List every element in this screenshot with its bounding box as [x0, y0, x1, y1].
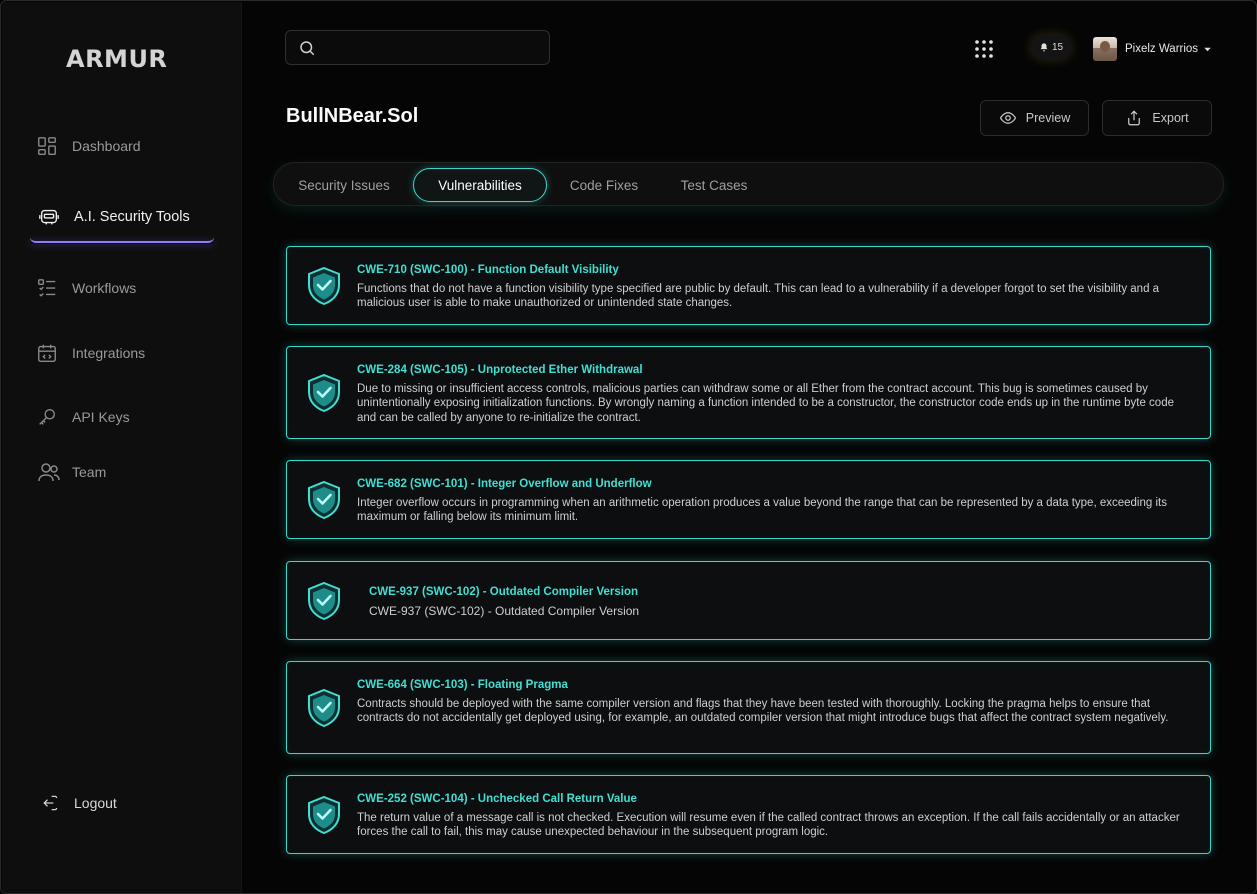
sidebar-item-label: Dashboard — [72, 138, 141, 154]
vulnerability-description: Contracts should be deployed with the sa… — [357, 698, 1169, 725]
sidebar: ARMUR Dashboard A.I. Security Tools Work… — [2, 2, 242, 893]
vulnerability-card[interactable]: CWE-710 (SWC-100) - Function Default Vis… — [286, 246, 1211, 325]
dashboard-icon — [38, 137, 56, 155]
tab-label: Vulnerabilities — [438, 177, 522, 193]
vulnerability-description: Functions that do not have a function vi… — [357, 283, 1160, 310]
bell-icon — [1040, 42, 1048, 51]
logout-icon — [43, 795, 58, 811]
vulnerability-title: CWE-710 (SWC-100) - Function Default Vis… — [357, 264, 619, 276]
sidebar-item-label: Workflows — [72, 280, 137, 296]
tab-bar: Security Issues Vulnerabilities Code Fix… — [273, 162, 1224, 206]
chevron-down-icon — [1204, 47, 1211, 51]
vulnerability-title: CWE-252 (SWC-104) - Unchecked Call Retur… — [357, 793, 637, 805]
logout-button[interactable]: Logout — [40, 793, 117, 813]
search-box[interactable] — [285, 30, 550, 65]
user-menu[interactable]: Pixelz Warrios — [1093, 36, 1212, 62]
apps-grid-icon[interactable] — [973, 38, 995, 60]
key-icon — [39, 408, 56, 425]
eye-icon — [999, 112, 1016, 124]
integrations-icon — [38, 344, 56, 362]
tab-label: Code Fixes — [569, 177, 639, 193]
vulnerability-description: Integer overflow occurs in programming w… — [357, 497, 1167, 524]
shield-check-icon — [308, 688, 340, 728]
vulnerability-title: CWE-682 (SWC-101) - Integer Overflow and… — [357, 478, 652, 490]
workflow-icon — [38, 279, 56, 297]
preview-label: Preview — [1025, 111, 1071, 125]
vulnerability-title: CWE-284 (SWC-105) - Unprotected Ether Wi… — [357, 364, 643, 376]
robot-icon — [39, 209, 59, 225]
shield-check-icon — [308, 373, 340, 413]
logo-text: ARMUR — [66, 45, 168, 73]
app-window: ARMUR Dashboard A.I. Security Tools Work… — [0, 0, 1257, 894]
logout-label: Logout — [74, 795, 117, 811]
vulnerability-card[interactable]: CWE-682 (SWC-101) - Integer Overflow and… — [286, 460, 1211, 539]
export-icon — [1128, 110, 1141, 126]
notifications-button[interactable]: 15 — [1031, 35, 1071, 59]
vulnerability-card[interactable]: CWE-937 (SWC-102) - Outdated Compiler Ve… — [286, 561, 1211, 640]
search-input[interactable] — [324, 40, 549, 55]
vulnerability-title: CWE-664 (SWC-103) - Floating Pragma — [357, 679, 568, 691]
tab-vulnerabilities[interactable]: Vulnerabilities — [413, 168, 547, 202]
preview-button[interactable]: Preview — [980, 100, 1089, 136]
tab-test-cases[interactable]: Test Cases — [666, 168, 762, 202]
sidebar-item-label: Integrations — [72, 345, 146, 361]
vulnerability-description: CWE-937 (SWC-102) - Outdated Compiler Ve… — [369, 604, 640, 618]
vulnerability-card[interactable]: CWE-252 (SWC-104) - Unchecked Call Retur… — [286, 775, 1211, 854]
sidebar-item-label: A.I. Security Tools — [74, 209, 190, 225]
export-button[interactable]: Export — [1102, 100, 1212, 136]
sidebar-item-workflows[interactable]: Workflows — [36, 277, 136, 299]
shield-check-icon — [308, 266, 340, 306]
shield-check-icon — [308, 480, 340, 520]
export-label: Export — [1152, 111, 1189, 125]
sidebar-item-ai-security-tools[interactable]: A.I. Security Tools — [30, 193, 214, 243]
shield-check-icon — [308, 581, 340, 621]
sidebar-item-dashboard[interactable]: Dashboard — [36, 135, 141, 157]
sidebar-item-api-keys[interactable]: API Keys — [36, 406, 130, 428]
vulnerability-card[interactable]: CWE-664 (SWC-103) - Floating Pragma Cont… — [286, 661, 1211, 754]
tab-label: Test Cases — [680, 177, 748, 193]
page-title: BullNBear.Sol — [286, 105, 419, 127]
tab-label: Security Issues — [298, 177, 390, 193]
armur-logo[interactable]: ARMUR — [66, 42, 167, 76]
sidebar-item-team[interactable]: Team — [36, 460, 106, 484]
tab-code-fixes[interactable]: Code Fixes — [556, 168, 652, 202]
search-icon — [300, 40, 315, 55]
vulnerability-card[interactable]: CWE-284 (SWC-105) - Unprotected Ether Wi… — [286, 346, 1211, 439]
avatar — [1093, 37, 1117, 61]
team-icon — [38, 463, 60, 482]
vulnerability-title: CWE-937 (SWC-102) - Outdated Compiler Ve… — [369, 586, 639, 598]
sidebar-item-label: Team — [72, 464, 107, 480]
shield-check-icon — [308, 795, 340, 835]
vulnerability-description: The return value of a message call is no… — [357, 812, 1180, 839]
notifications-count: 15 — [1051, 41, 1064, 53]
user-name: Pixelz Warrios — [1125, 43, 1199, 55]
vulnerability-description: Due to missing or insufficient access co… — [357, 383, 1174, 424]
tab-security-issues[interactable]: Security Issues — [282, 168, 406, 202]
sidebar-item-integrations[interactable]: Integrations — [36, 342, 145, 364]
sidebar-item-label: API Keys — [72, 409, 130, 425]
